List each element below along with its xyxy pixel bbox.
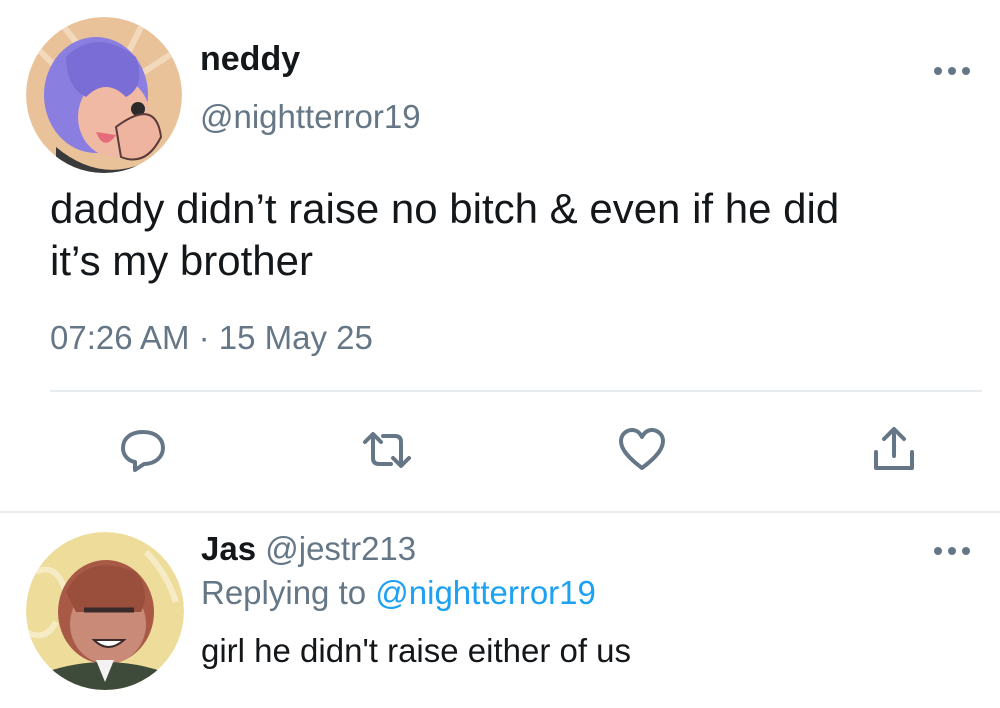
avatar[interactable] [26, 532, 184, 690]
heart-icon [616, 424, 668, 481]
retweet-icon [359, 424, 415, 481]
avatar[interactable] [26, 17, 182, 173]
like-button[interactable] [614, 424, 670, 480]
share-button[interactable] [866, 424, 922, 480]
display-name[interactable]: neddy [200, 40, 300, 79]
more-icon[interactable] [930, 56, 974, 86]
divider [0, 511, 1000, 513]
replying-to-handle-link[interactable]: @nightterror19 [375, 574, 596, 611]
share-icon [868, 424, 920, 481]
replying-to-label: Replying to [201, 574, 376, 611]
reply-header: Jas @jestr213 [201, 530, 416, 568]
user-handle[interactable]: @nightterror19 [200, 98, 421, 136]
reply-text: girl he didn't raise either of us [201, 632, 632, 669]
reply-button[interactable] [115, 424, 171, 480]
tweet-text-line: daddy didn’t raise no bitch & even if he… [50, 185, 840, 232]
tweet-text-line: it’s my brother [50, 237, 313, 284]
more-icon[interactable] [930, 536, 974, 566]
display-name[interactable]: Jas [201, 530, 256, 567]
reply-icon [117, 424, 169, 481]
retweet-button[interactable] [359, 424, 415, 480]
tweet-text: daddy didn’t raise no bitch & even if he… [50, 183, 980, 287]
replying-to: Replying to @nightterror19 [201, 574, 596, 612]
divider [50, 390, 982, 392]
timestamp[interactable]: 07:26 AM · 15 May 25 [50, 319, 373, 357]
user-handle[interactable]: @jestr213 [265, 530, 416, 567]
